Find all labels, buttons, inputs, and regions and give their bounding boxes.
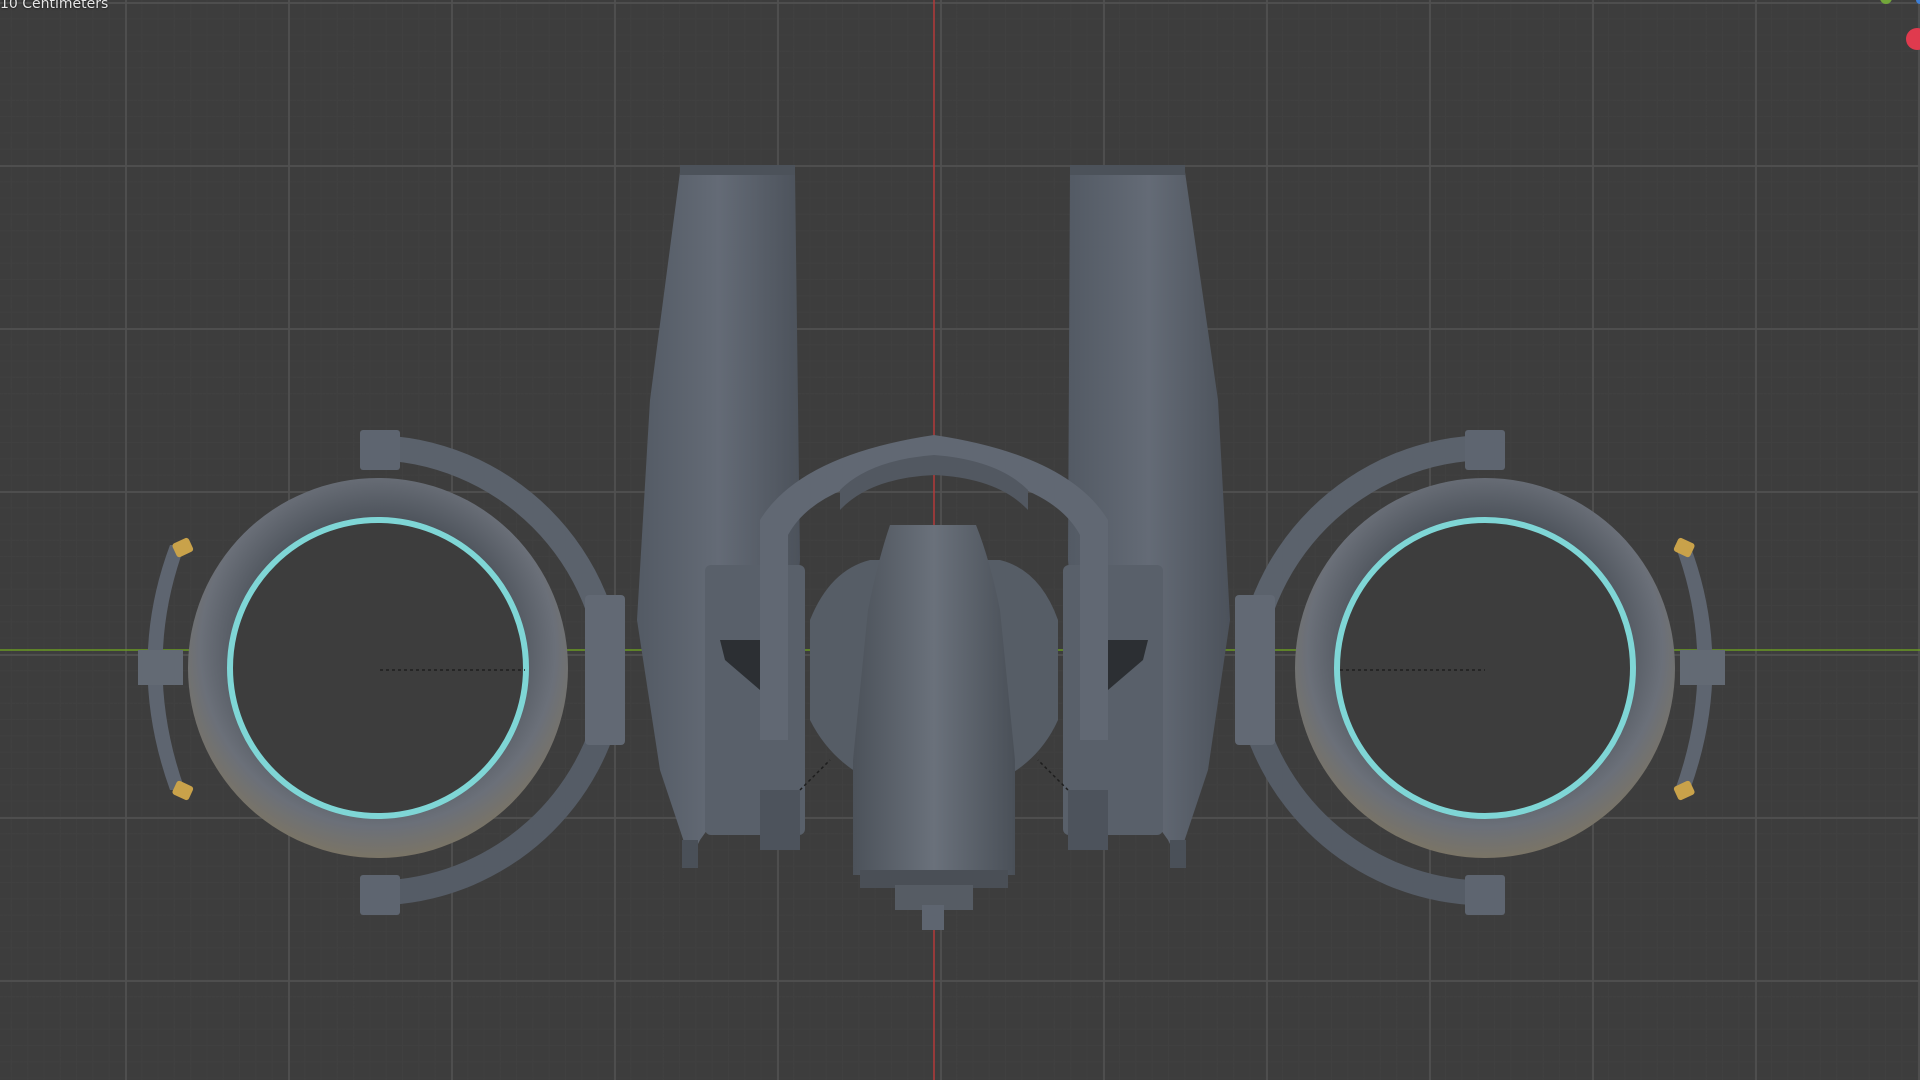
right-engine bbox=[1235, 430, 1725, 915]
left-engine bbox=[138, 430, 625, 915]
scene-canvas[interactable] bbox=[0, 0, 1920, 1080]
3d-viewport[interactable]: 10 Centimeters bbox=[0, 0, 1920, 1080]
